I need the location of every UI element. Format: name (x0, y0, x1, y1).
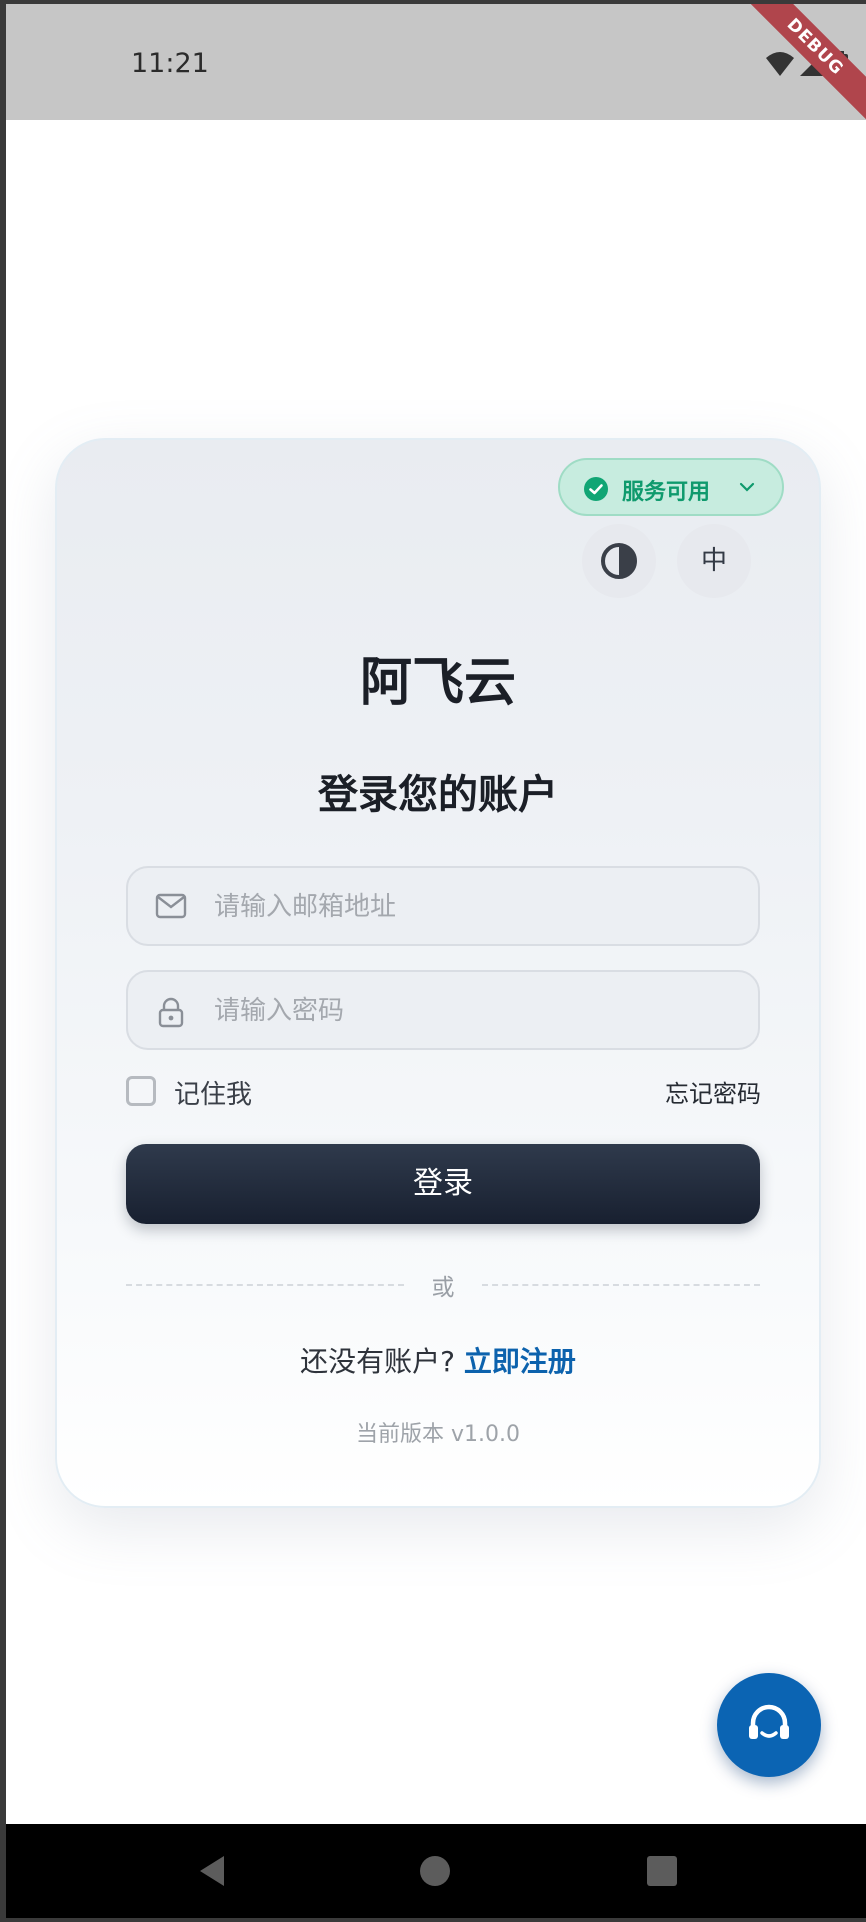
forgot-password-link[interactable]: 忘记密码 (665, 1074, 761, 1109)
headset-support-icon (749, 1704, 789, 1739)
login-button[interactable]: 登录 (126, 1144, 760, 1224)
remember-me-label: 记住我 (174, 1080, 253, 1110)
lock-icon (155, 996, 187, 1032)
or-divider: 或 (126, 1266, 760, 1306)
recents-icon[interactable] (647, 1856, 677, 1886)
support-button[interactable] (717, 1673, 821, 1777)
theme-toggle-button[interactable] (582, 524, 656, 598)
service-status-label: 服务可用 (622, 480, 711, 505)
email-field (126, 866, 760, 946)
login-card: 服务可用 中 阿飞云 登录您的账户 请输入邮箱地址 记住我 忘记密码 登录 或 … (55, 438, 821, 1508)
app-screen: 11:21 DEBUG 服务可用 中 阿飞云 登录您的账户 请输入邮箱地址 记住… (6, 4, 866, 1918)
register-link[interactable]: 立即注册 (464, 1345, 576, 1378)
language-switch-button[interactable]: 中 (677, 524, 751, 598)
service-status-dropdown[interactable]: 服务可用 (558, 458, 784, 516)
mail-icon (155, 892, 187, 924)
status-bar: 11:21 (6, 4, 866, 120)
system-nav-bar (6, 1824, 866, 1918)
register-row: 还没有账户? 立即注册 (57, 1340, 819, 1380)
divider-line-right (482, 1284, 760, 1286)
back-icon[interactable] (196, 1854, 226, 1888)
password-field (126, 970, 760, 1050)
check-circle-icon (584, 477, 608, 501)
app-title: 阿飞云 (359, 653, 516, 713)
register-prompt: 还没有账户? (300, 1345, 455, 1378)
version-label: 当前版本 v1.0.0 (356, 1422, 520, 1447)
chevron-down-icon (738, 478, 756, 496)
home-icon[interactable] (420, 1856, 450, 1886)
email-input[interactable] (212, 868, 736, 946)
page-subtitle: 登录您的账户 (318, 772, 558, 818)
password-input[interactable] (212, 972, 736, 1050)
contrast-icon (601, 543, 637, 579)
checkbox-box[interactable] (126, 1076, 156, 1106)
wifi-icon (766, 52, 794, 76)
status-time: 11:21 (131, 48, 209, 79)
